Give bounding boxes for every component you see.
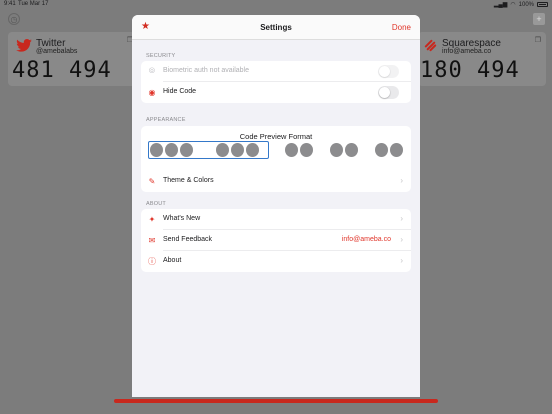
group-gap [195,143,214,157]
biometric-toggle [378,65,399,78]
paintbrush-icon: ✎ [148,176,156,186]
code-preview-format: Code Preview Format [141,126,411,171]
format-option-2-2-2-mid [330,143,358,157]
hide-code-toggle[interactable] [378,86,399,99]
sparkles-icon: ✦ [148,214,156,224]
biometric-label: Biometric auth not available [163,67,249,74]
format-option-2-2-2[interactable] [285,143,313,157]
feedback-email: info@ameba.co [341,236,391,243]
envelope-icon: ✉ [148,235,156,245]
digit-dot [375,143,388,157]
chevron-right-icon: › [400,256,403,265]
digit-dot [345,143,358,157]
theme-colors-row[interactable]: ✎ Theme & Colors › [141,171,411,192]
chevron-right-icon: › [400,235,403,244]
settings-navbar: ★ Settings Done [132,15,420,40]
account-user: info@ameba.co [442,48,492,55]
status-right: ▂▄▆ ◠ 100% [494,1,548,8]
digit-dot [180,143,193,157]
fingerprint-icon: ⦾ [148,66,156,75]
home-indicator [114,399,438,403]
status-bar: 9:41 Tue Mar 17 ▂▄▆ ◠ 100% [0,0,552,10]
digit-dot [330,143,343,157]
hide-code-label: Hide Code [163,88,197,95]
twitter-logo-icon [16,39,32,52]
battery-percent: 100% [518,1,534,8]
digit-dot [165,143,178,157]
hide-code-row: ◉ Hide Code [141,82,411,103]
digit-dot [285,143,298,157]
security-section-header: SECURITY [146,53,176,59]
settings-open-icon[interactable]: ◷ [8,13,20,25]
theme-colors-label: Theme & Colors [163,177,214,184]
digit-dot [216,143,229,157]
wifi-icon: ◠ [510,2,516,8]
eye-icon: ◉ [148,87,156,97]
otp-code: 481 494 [12,58,112,83]
biometric-row: ⦾ Biometric auth not available [141,61,411,82]
settings-modal: ★ Settings Done SECURITY ⦾ Biometric aut… [132,15,420,397]
account-card-squarespace[interactable]: Squarespace info@ameba.co ❐ 180 494 [418,32,546,86]
code-preview-title: Code Preview Format [239,132,313,141]
about-section-header: ABOUT [146,201,166,207]
squarespace-logo-icon [424,39,437,52]
question-circle-icon: ⓘ [148,256,156,266]
digit-dot [300,143,313,157]
about-row[interactable]: ⓘ About › [141,251,411,272]
chevron-right-icon: › [400,176,403,185]
status-date: Tue Mar 17 [18,1,49,7]
copy-icon[interactable]: ❐ [535,36,541,44]
about-group: ✦ What's New › ✉ Send Feedback info@ameb… [141,209,411,272]
digit-dot [246,143,259,157]
settings-title: Settings [260,23,292,32]
appearance-group: Code Preview Format ✎ Theme & Colors › [141,126,411,192]
chevron-right-icon: › [400,214,403,223]
digit-dot [231,143,244,157]
whats-new-row[interactable]: ✦ What's New › [141,209,411,230]
account-card-twitter[interactable]: Twitter @amebalabs ❐ 481 494 [8,32,138,86]
about-label: About [163,257,182,264]
format-option-3-3[interactable] [150,143,259,157]
done-button[interactable]: Done [392,23,411,32]
digit-dot [150,143,163,157]
otp-code: 180 494 [420,58,520,83]
security-group: ⦾ Biometric auth not available ◉ Hide Co… [141,61,411,103]
status-time: 9:41 [4,1,16,7]
add-account-icon[interactable]: + [533,13,545,25]
format-option-2-2-2-end [375,143,403,157]
whats-new-label: What's New [163,215,201,222]
battery-icon [537,2,548,7]
send-feedback-row[interactable]: ✉ Send Feedback info@ameba.co › [141,230,411,251]
send-feedback-label: Send Feedback [163,236,213,243]
appearance-section-header: APPEARANCE [146,117,186,123]
account-user: @amebalabs [36,48,78,55]
cellular-icon: ▂▄▆ [493,2,508,8]
digit-dot [390,143,403,157]
